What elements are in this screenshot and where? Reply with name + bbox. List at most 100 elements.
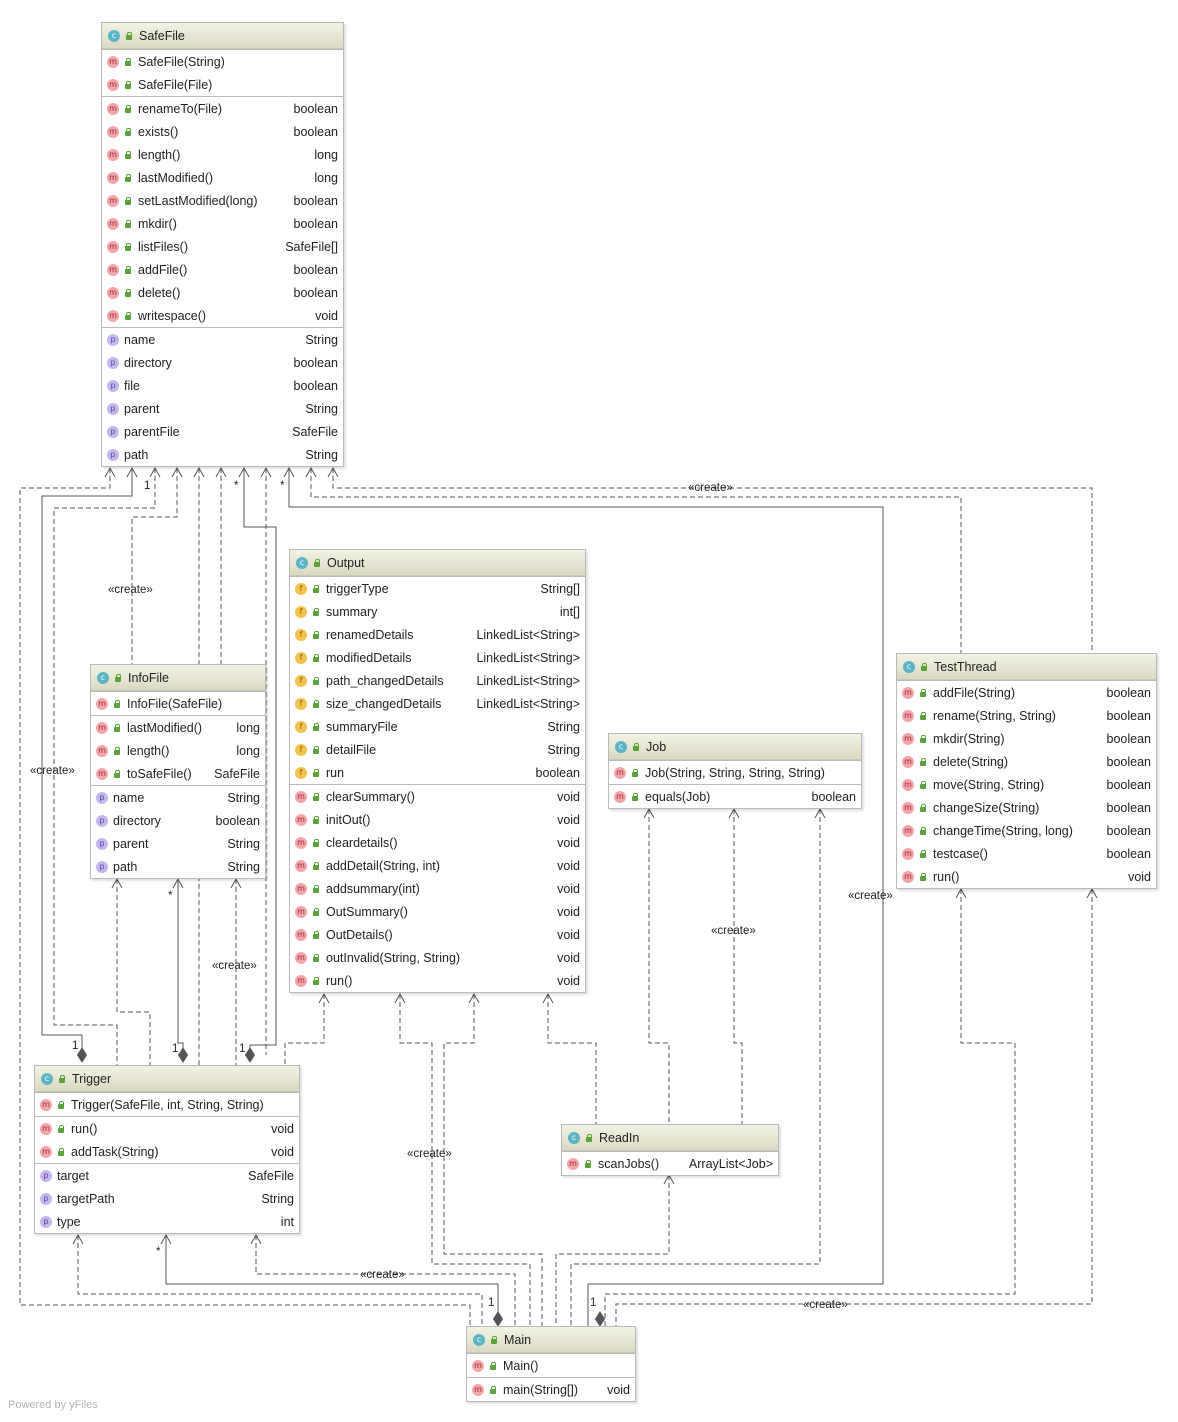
- member-row[interactable]: p directory boolean: [91, 809, 265, 832]
- member-row[interactable]: m main(String[]) void: [467, 1378, 635, 1401]
- class-icon: c: [296, 556, 308, 569]
- member-row[interactable]: m renameTo(File) boolean: [102, 97, 343, 120]
- member-row[interactable]: m addFile() boolean: [102, 258, 343, 281]
- member-row[interactable]: m Trigger(SafeFile, int, String, String): [35, 1093, 299, 1116]
- member-row[interactable]: m lastModified() long: [91, 716, 265, 739]
- member-row[interactable]: m run() void: [35, 1117, 299, 1140]
- member-name: triggerType: [326, 581, 389, 596]
- class-main[interactable]: c Main m Main() m main(String[]) void: [466, 1326, 636, 1402]
- member-row[interactable]: m clearSummary() void: [290, 785, 585, 808]
- method-icon: m: [107, 102, 119, 115]
- member-type: boolean: [1106, 800, 1152, 815]
- class-trigger[interactable]: c Trigger m Trigger(SafeFile, int, String,…: [34, 1065, 300, 1234]
- member-row[interactable]: m toSafeFile() SafeFile: [91, 762, 265, 785]
- member-row[interactable]: m writespace() void: [102, 304, 343, 327]
- member-row[interactable]: m addTask(String) void: [35, 1140, 299, 1163]
- member-row[interactable]: m changeTime(String, long) boolean: [897, 819, 1156, 842]
- member-row[interactable]: m delete() boolean: [102, 281, 343, 304]
- member-row[interactable]: m length() long: [91, 739, 265, 762]
- member-row[interactable]: m mkdir() boolean: [102, 212, 343, 235]
- member-row[interactable]: p name String: [91, 786, 265, 809]
- member-name: file: [124, 378, 140, 393]
- member-row[interactable]: m length() long: [102, 143, 343, 166]
- dependency-edge: [604, 889, 1016, 1326]
- member-row[interactable]: m run() void: [897, 865, 1156, 888]
- member-name: outInvalid(String, String): [326, 950, 461, 965]
- member-row[interactable]: m listFiles() SafeFile[]: [102, 235, 343, 258]
- member-row[interactable]: p name String: [102, 328, 343, 351]
- member-row[interactable]: p target SafeFile: [35, 1164, 299, 1187]
- member-row[interactable]: m outInvalid(String, String) void: [290, 946, 585, 969]
- member-row[interactable]: m equals(Job) boolean: [609, 785, 861, 808]
- member-name: addFile(): [138, 262, 188, 277]
- member-row[interactable]: m delete(String) boolean: [897, 750, 1156, 773]
- member-row[interactable]: m OutSummary() void: [290, 900, 585, 923]
- field-icon: f: [295, 697, 307, 710]
- member-row[interactable]: f run boolean: [290, 761, 585, 784]
- member-row[interactable]: f triggerType String[]: [290, 577, 585, 600]
- member-name: lastModified(): [138, 170, 214, 185]
- member-row[interactable]: p targetPath String: [35, 1187, 299, 1210]
- member-row[interactable]: p parent String: [102, 397, 343, 420]
- member-row[interactable]: m SafeFile(File): [102, 73, 343, 96]
- property-icon: p: [40, 1192, 52, 1205]
- member-row[interactable]: m changeSize(String) boolean: [897, 796, 1156, 819]
- member-name: parent: [124, 401, 160, 416]
- dependency-edge: [555, 1175, 670, 1326]
- member-row[interactable]: m rename(String, String) boolean: [897, 704, 1156, 727]
- member-row[interactable]: m Job(String, String, String, String): [609, 761, 861, 784]
- member-row[interactable]: m testcase() boolean: [897, 842, 1156, 865]
- member-row[interactable]: m InfoFile(SafeFile): [91, 692, 265, 715]
- class-safefile[interactable]: c SafeFile m SafeFile(String) m SafeFile(Fi…: [101, 22, 344, 467]
- member-row[interactable]: f path_changedDetails LinkedList<String>: [290, 669, 585, 692]
- member-row[interactable]: p directory boolean: [102, 351, 343, 374]
- member-name: cleardetails(): [326, 835, 398, 850]
- member-row[interactable]: m cleardetails() void: [290, 831, 585, 854]
- member-row[interactable]: m addDetail(String, int) void: [290, 854, 585, 877]
- member-row[interactable]: p path String: [91, 855, 265, 878]
- member-row[interactable]: m Main(): [467, 1354, 635, 1377]
- member-name: InfoFile(SafeFile): [127, 696, 223, 711]
- field-icon: f: [295, 605, 307, 618]
- member-row[interactable]: f summaryFile String: [290, 715, 585, 738]
- member-name: run(): [71, 1121, 98, 1136]
- public-icon: [312, 676, 320, 685]
- member-row[interactable]: m move(String, String) boolean: [897, 773, 1156, 796]
- member-row[interactable]: f summary int[]: [290, 600, 585, 623]
- member-row[interactable]: f modifiedDetails LinkedList<String>: [290, 646, 585, 669]
- member-row[interactable]: m setLastModified(long) boolean: [102, 189, 343, 212]
- property-icon: p: [40, 1215, 52, 1228]
- member-row[interactable]: m OutDetails() void: [290, 923, 585, 946]
- member-row[interactable]: f renamedDetails LinkedList<String>: [290, 623, 585, 646]
- class-testthread[interactable]: c TestThread m addFile(String) boolean m ren…: [896, 653, 1157, 889]
- member-row[interactable]: m run() void: [290, 969, 585, 992]
- member-row[interactable]: m mkdir(String) boolean: [897, 727, 1156, 750]
- member-row[interactable]: m scanJobs() ArrayList<Job>: [562, 1152, 778, 1175]
- member-name: addFile(String): [933, 685, 1015, 700]
- class-readin[interactable]: c ReadIn m scanJobs() ArrayList<Job>: [561, 1124, 779, 1176]
- member-row[interactable]: p parent String: [91, 832, 265, 855]
- member-row[interactable]: m addsummary(int) void: [290, 877, 585, 900]
- member-name: target: [57, 1168, 89, 1183]
- member-name: addDetail(String, int): [326, 858, 440, 873]
- public-icon: [919, 734, 927, 743]
- member-row[interactable]: m initOut() void: [290, 808, 585, 831]
- properties-section: p target SafeFile p targetPath String p type i…: [35, 1163, 299, 1233]
- member-row[interactable]: p path String: [102, 443, 343, 466]
- member-row[interactable]: p file boolean: [102, 374, 343, 397]
- member-row[interactable]: p type int: [35, 1210, 299, 1233]
- member-name: addsummary(int): [326, 881, 420, 896]
- member-row[interactable]: f size_changedDetails LinkedList<String>: [290, 692, 585, 715]
- member-row[interactable]: m exists() boolean: [102, 120, 343, 143]
- class-output[interactable]: c Output f triggerType String[] f summary int…: [289, 549, 586, 993]
- member-row[interactable]: p parentFile SafeFile: [102, 420, 343, 443]
- member-type: long: [314, 147, 338, 162]
- member-row[interactable]: f detailFile String: [290, 738, 585, 761]
- member-name: changeSize(String): [933, 800, 1040, 815]
- class-infofile[interactable]: c InfoFile m InfoFile(SafeFile) m lastModif…: [90, 664, 266, 879]
- public-icon: [113, 723, 121, 732]
- member-row[interactable]: m SafeFile(String): [102, 50, 343, 73]
- member-row[interactable]: m addFile(String) boolean: [897, 681, 1156, 704]
- class-job[interactable]: c Job m Job(String, String, String, String…: [608, 733, 862, 809]
- member-row[interactable]: m lastModified() long: [102, 166, 343, 189]
